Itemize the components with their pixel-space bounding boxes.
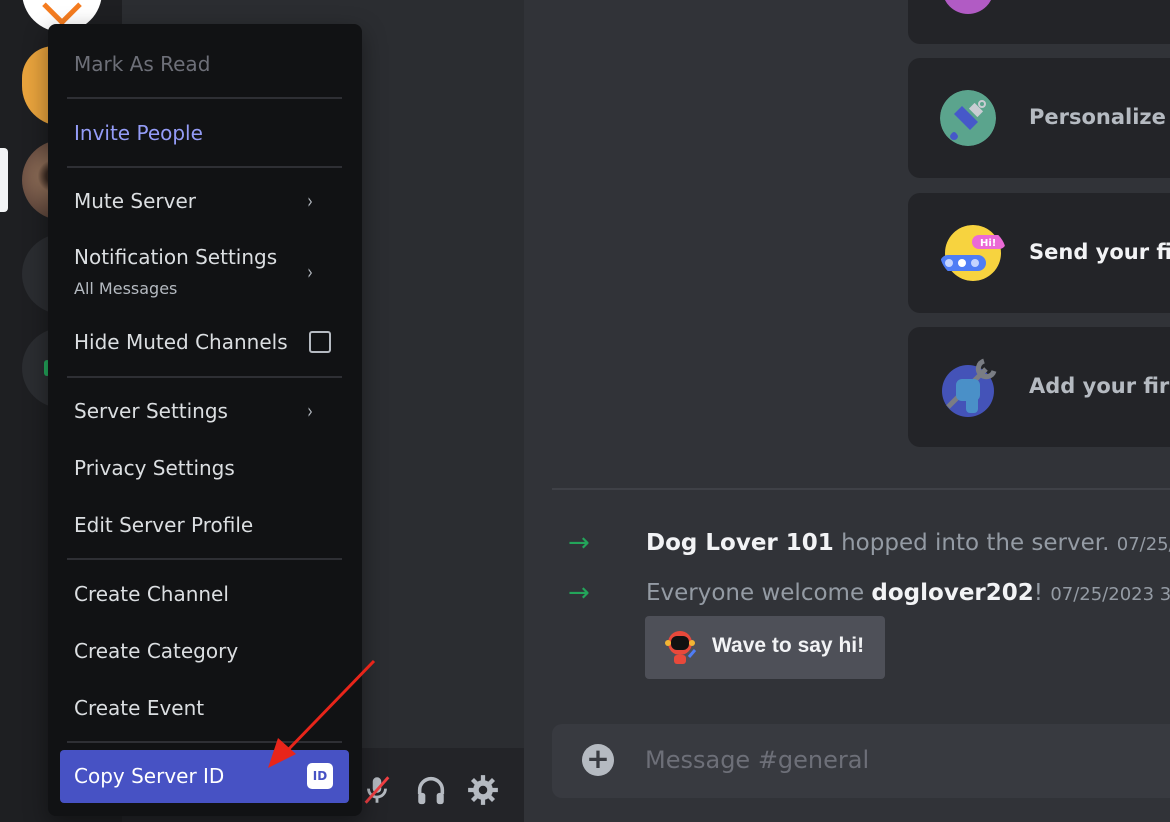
svg-text:Hi!: Hi! bbox=[980, 238, 996, 249]
onboarding-card-personalize[interactable]: Personalize yo bbox=[908, 58, 1170, 178]
headphones-icon[interactable] bbox=[414, 773, 448, 807]
menu-item-create-event[interactable]: Create Event bbox=[74, 696, 204, 720]
selected-server-indicator bbox=[0, 148, 8, 212]
menu-item-create-channel[interactable]: Create Channel bbox=[74, 582, 229, 606]
chevron-right-icon: › bbox=[307, 399, 313, 423]
menu-separator bbox=[67, 376, 342, 378]
message-input[interactable] bbox=[645, 740, 1145, 780]
menu-item-invite-people[interactable]: Invite People bbox=[74, 121, 203, 145]
wrench-fist-icon bbox=[942, 358, 997, 417]
message-suffix: ! bbox=[1033, 580, 1051, 606]
chevron-right-icon: › bbox=[307, 260, 313, 284]
id-icon: ID bbox=[307, 763, 333, 789]
discord-window: Personalize yo Hi! Send your firs Add yo… bbox=[0, 0, 1170, 822]
wave-to-say-hi-button[interactable]: Wave to say hi! bbox=[645, 616, 885, 679]
gear-icon[interactable] bbox=[466, 773, 500, 807]
robot-wave-icon bbox=[665, 631, 697, 664]
notification-settings-value: All Messages bbox=[74, 279, 178, 298]
menu-item-notification-settings[interactable]: Notification Settings bbox=[74, 245, 277, 269]
timestamp: 07/25/2023 3:52 bbox=[1050, 584, 1170, 605]
onboarding-card-add-app[interactable]: Add your first bbox=[908, 327, 1170, 447]
menu-item-mute-server[interactable]: Mute Server bbox=[74, 189, 196, 213]
menu-separator bbox=[67, 166, 342, 168]
menu-item-create-category[interactable]: Create Category bbox=[74, 639, 238, 663]
message-prefix: Everyone welcome bbox=[646, 580, 872, 606]
menu-separator bbox=[67, 558, 342, 560]
menu-separator bbox=[67, 97, 342, 99]
checkmark-logo-icon bbox=[42, 0, 82, 26]
menu-item-edit-server-profile[interactable]: Edit Server Profile bbox=[74, 513, 253, 537]
copy-server-id-label: Copy Server ID bbox=[74, 764, 225, 788]
paintbrush-icon bbox=[940, 90, 996, 146]
system-message-welcome: Everyone welcome doglover202! 07/25/2023… bbox=[646, 580, 1170, 606]
menu-item-server-settings[interactable]: Server Settings bbox=[74, 399, 228, 423]
chevron-right-icon: › bbox=[307, 189, 313, 213]
timestamp: 07/25/202 bbox=[1116, 534, 1170, 555]
menu-item-privacy-settings[interactable]: Privacy Settings bbox=[74, 456, 235, 480]
join-arrow-icon: → bbox=[568, 528, 590, 558]
hide-muted-channels-checkbox[interactable] bbox=[309, 331, 331, 353]
mic-muted-icon[interactable] bbox=[360, 773, 394, 807]
card-title: Send your firs bbox=[1029, 240, 1170, 264]
add-attachment-icon[interactable]: + bbox=[582, 744, 614, 776]
onboarding-card-send-message[interactable]: Hi! Send your firs bbox=[908, 193, 1170, 313]
menu-item-mark-as-read[interactable]: Mark As Read bbox=[74, 52, 210, 76]
wave-button-label: Wave to say hi! bbox=[712, 634, 865, 657]
hi-chat-bubble-icon: Hi! bbox=[940, 225, 1006, 281]
menu-item-hide-muted-channels[interactable]: Hide Muted Channels bbox=[74, 330, 288, 354]
card-title: Personalize yo bbox=[1029, 105, 1170, 129]
menu-item-copy-server-id[interactable]: Copy Server ID ID bbox=[60, 750, 349, 803]
username[interactable]: Dog Lover 101 bbox=[646, 530, 834, 556]
menu-separator bbox=[67, 741, 342, 743]
card-title: Add your first bbox=[1029, 374, 1170, 398]
message-text: hopped into the server. bbox=[833, 530, 1117, 556]
new-messages-divider bbox=[552, 488, 1170, 490]
join-arrow-icon: → bbox=[568, 578, 590, 608]
username[interactable]: doglover202 bbox=[871, 580, 1033, 606]
system-message-join: Dog Lover 101 hopped into the server. 07… bbox=[646, 530, 1170, 556]
onboarding-card[interactable] bbox=[908, 0, 1170, 44]
